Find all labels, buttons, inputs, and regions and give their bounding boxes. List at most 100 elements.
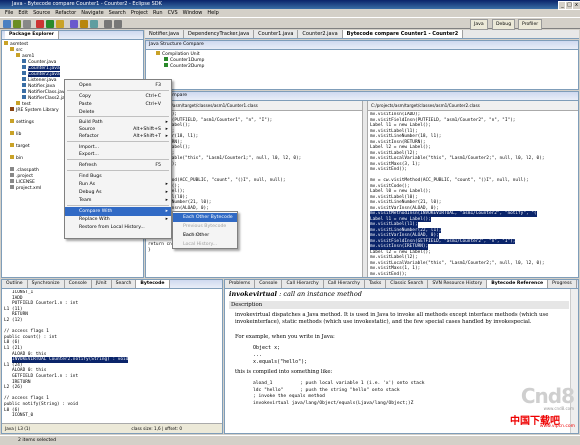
menu-source[interactable]: Source	[33, 10, 50, 16]
menu-file[interactable]: File	[5, 10, 13, 16]
tree-item-target[interactable]: target	[10, 143, 30, 149]
search-icon[interactable]	[90, 20, 98, 28]
tab-problems[interactable]: Problems	[225, 280, 256, 288]
tab-synchronize[interactable]: Synchronize	[27, 280, 65, 288]
reference-tabs: Problems Console Call Hierarchy Call Hierar…	[225, 280, 578, 289]
menu-navigate[interactable]: Navigate	[81, 10, 103, 16]
tree-item-jre-system-library[interactable]: JRE System Library	[10, 107, 59, 113]
tree-item-bin[interactable]: bin	[10, 155, 23, 161]
editor-tab-3[interactable]: Counter2.java	[298, 30, 343, 38]
file-icon	[10, 131, 14, 135]
editor-tab-2[interactable]: Counter1.java	[254, 30, 299, 38]
structure-compare: Java Structure Compare Compilation Unit …	[145, 40, 579, 90]
print-icon[interactable]	[23, 20, 31, 28]
new-class-icon[interactable]	[70, 20, 78, 28]
code-line: Object x;	[253, 345, 281, 351]
tab-console[interactable]: Console	[64, 280, 92, 288]
right-code-pane[interactable]: mv.visitInsn(IADD); mv.visitFieldInsn(PUT…	[368, 112, 578, 277]
menu-separator	[67, 90, 169, 91]
menu-project[interactable]: Project	[131, 10, 148, 16]
tree-item-project-xml[interactable]: project.xml	[10, 185, 41, 191]
tab-svn-resource-history[interactable]: SVN Resource History	[428, 280, 488, 288]
editor-tab-0[interactable]: Notifier.java	[145, 30, 185, 38]
file-icon	[10, 107, 14, 111]
submenu-item-1[interactable]: Previous Bytecode Version	[173, 222, 237, 238]
menu-item-refresh[interactable]: Refresh F5	[65, 161, 171, 170]
file-icon	[22, 77, 26, 81]
tab-progress[interactable]: Progress	[548, 280, 577, 288]
menu-item-export[interactable]: Export...	[65, 150, 171, 159]
file-icon	[22, 95, 26, 99]
open-type-icon[interactable]	[80, 20, 88, 28]
status-bar: 2 items selected	[0, 435, 580, 444]
menu-item-open[interactable]: Open F3	[65, 81, 171, 90]
debug-icon[interactable]	[36, 20, 44, 28]
menu-cvs[interactable]: CVS	[168, 10, 178, 16]
tab-call-hierarchy[interactable]: Call Hierarchy	[323, 280, 365, 288]
menu-search[interactable]: Search	[109, 10, 126, 16]
description-header: Description	[229, 301, 569, 309]
menu-separator	[67, 170, 169, 171]
menu-window[interactable]: Window	[183, 10, 203, 16]
code-line: mv.visitEnd();	[370, 167, 408, 172]
tab-package-explorer[interactable]: Package Explorer	[5, 31, 59, 39]
perspective-debug[interactable]: Debug	[492, 19, 516, 30]
context-menu: Open F3 Copy Ctrl+C Paste Ctrl+V Delete Build P…	[64, 79, 172, 239]
code-line: ...	[253, 352, 263, 358]
file-icon	[22, 65, 26, 69]
submenu-item-3[interactable]: Local History...	[173, 240, 237, 249]
menu-bar: File Edit Source Refactor Navigate Search Proj…	[0, 9, 580, 17]
external-tools-icon[interactable]	[56, 20, 64, 28]
file-icon	[10, 119, 14, 123]
description-para-3: this is compiled into something like:	[235, 369, 333, 375]
bytecode-listing[interactable]: ICONST_1 IADD PUTFIELD Counter1.n : int L1 …	[4, 290, 220, 420]
structure-item-counter2[interactable]: Counter2Dump	[164, 63, 204, 69]
tree-item-settings[interactable]: settings	[10, 119, 34, 125]
description-para-2: For example, when you write in Java:	[235, 334, 335, 340]
back-icon[interactable]	[104, 20, 112, 28]
left-code-pane[interactable]: Insn(IADD);FieldInsn(PUTFIELD, "asm1/Cou…	[146, 112, 362, 277]
source-compare-title: Source Compare	[146, 92, 578, 101]
tab-tasks[interactable]: Tasks	[364, 280, 387, 288]
editor-tab-4[interactable]: Bytecode compare Counter1 - Counter2	[342, 30, 464, 38]
tab-bytecode-reference[interactable]: Bytecode Reference	[487, 280, 549, 288]
tree-item-lib[interactable]: lib	[10, 131, 21, 137]
menu-edit[interactable]: Edit	[18, 10, 28, 16]
tab-call-hierarchy[interactable]: Call Hierarchy	[282, 280, 324, 288]
forward-icon[interactable]	[114, 20, 122, 28]
tab-outline[interactable]: Outline	[2, 280, 28, 288]
menu-item-refactor[interactable]: Refactor Alt+Shift+T ▸	[65, 132, 171, 141]
menu-item-team[interactable]: Team ▸	[65, 196, 171, 205]
run-icon[interactable]	[46, 20, 54, 28]
file-icon	[10, 173, 14, 177]
code-line: x.equals("hello");	[253, 359, 308, 365]
tab-bytecode[interactable]: Bytecode	[136, 280, 170, 288]
perspective-profiler[interactable]: Profiler	[518, 19, 543, 30]
menu-separator	[67, 159, 169, 160]
submenu-arrow-icon: ▸	[165, 198, 168, 203]
bytecode-status-right: class size: 1,6 | offset: 0	[131, 426, 182, 431]
perspective-java[interactable]: Java	[470, 19, 488, 30]
code-line: }	[148, 248, 151, 253]
tab-junit[interactable]: JUnit	[91, 280, 112, 288]
submenu-arrow-icon: ▸	[165, 134, 168, 139]
package-explorer-title: Package Explorer	[2, 31, 143, 40]
submenu-item-0[interactable]: Each Other Bytecode	[173, 213, 237, 222]
tab-console[interactable]: Console	[255, 280, 283, 288]
toolbar: Java Debug Profiler	[0, 17, 580, 30]
window-title: Java - Bytecode compare Counter1 - Count…	[12, 1, 162, 7]
watermark-url: www.cnd8.com	[543, 406, 574, 411]
new-icon[interactable]	[3, 20, 11, 28]
menu-item-restore-from-local-history[interactable]: Restore from Local History...	[65, 223, 171, 232]
save-icon[interactable]	[13, 20, 21, 28]
menu-separator	[67, 205, 169, 206]
menu-run[interactable]: Run	[153, 10, 163, 16]
tab-classic-search[interactable]: Classic Search	[386, 280, 429, 288]
menu-item-delete[interactable]: Delete	[65, 108, 171, 117]
tab-search[interactable]: Search	[111, 280, 137, 288]
submenu-item-2[interactable]: Each Other	[173, 231, 237, 240]
editor-tab-1[interactable]: DependencyTracker.java	[184, 30, 255, 38]
right-file-header: C:/projects/asm/target/classes/asm1/Coun…	[368, 101, 578, 111]
menu-help[interactable]: Help	[207, 10, 218, 16]
menu-refactor[interactable]: Refactor	[55, 10, 76, 16]
